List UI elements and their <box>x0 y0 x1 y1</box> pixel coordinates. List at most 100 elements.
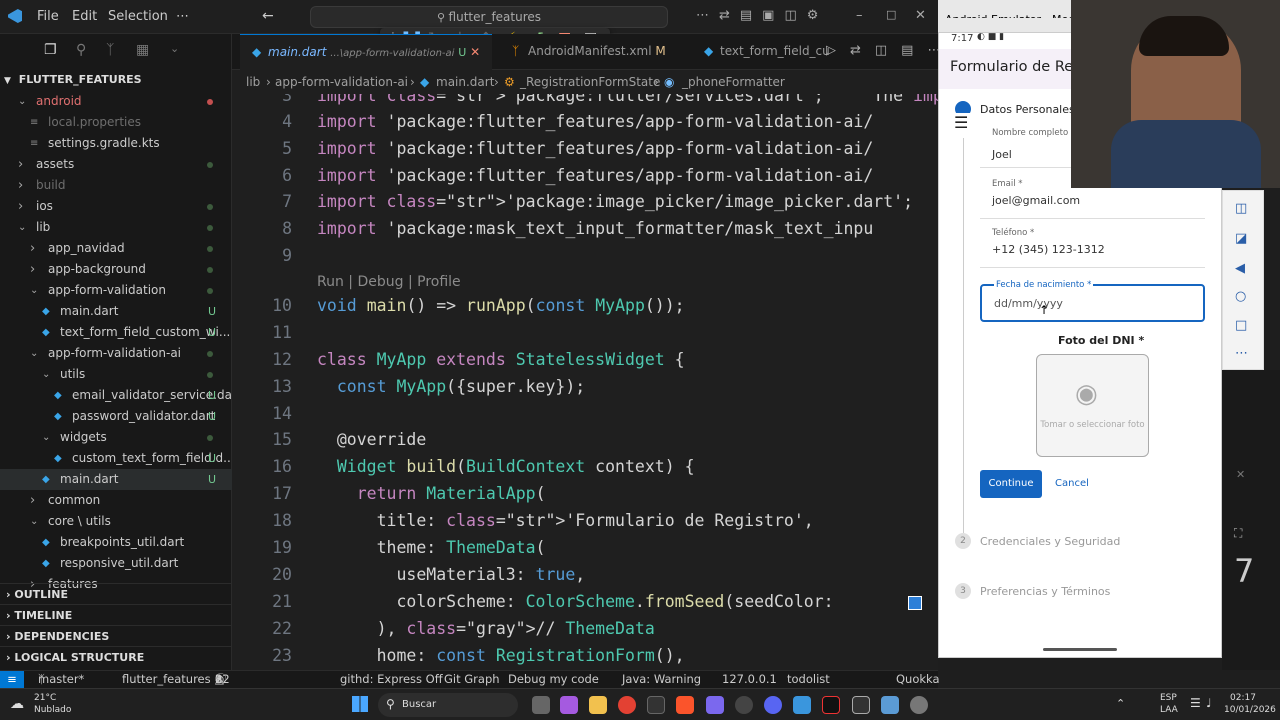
file-explorer-icon[interactable] <box>589 696 607 714</box>
tree-item[interactable]: › app-background <box>0 259 232 280</box>
settings-icon[interactable] <box>910 696 928 714</box>
debug-status[interactable]: Debug my code <box>508 671 599 688</box>
back-icon[interactable]: ◀ <box>1235 261 1245 276</box>
app-icon[interactable] <box>706 696 724 714</box>
clock-time[interactable]: 02:17 <box>1230 693 1256 703</box>
menu-selection[interactable]: Selection <box>108 9 168 24</box>
breadcrumb-field[interactable]: _phoneFormatter <box>682 70 785 94</box>
brave-icon[interactable] <box>676 696 694 714</box>
rotate-left-icon[interactable]: ◫ <box>1235 201 1247 216</box>
close-icon[interactable]: ✕ <box>470 45 480 59</box>
tree-item[interactable]: ⌄ utils <box>0 364 232 385</box>
terminal-icon[interactable] <box>647 696 665 714</box>
tree-item[interactable]: › app_navidad <box>0 238 232 259</box>
tree-item[interactable]: ◆ responsive_util.dart <box>0 553 232 574</box>
java-status[interactable]: Java: Warning <box>622 671 701 688</box>
chrome-icon[interactable] <box>618 696 636 714</box>
quokka-status[interactable]: Quokka <box>896 671 940 688</box>
githd-status[interactable]: githd: Express Off <box>340 671 443 688</box>
tray-chevron-icon[interactable]: ⌃ <box>1116 697 1125 710</box>
tree-item[interactable]: ◆ main.dart U <box>0 301 232 322</box>
birthdate-field[interactable]: Fecha de nacimiento * dd/mm/yyyy <box>980 280 1205 322</box>
layout-icons[interactable]: ⋯⇄▤▣◫⚙ <box>696 8 828 23</box>
section-header[interactable]: › DEPENDENCIES <box>0 625 232 646</box>
step1-label[interactable]: Datos Personales <box>980 103 1075 116</box>
cancel-button[interactable]: Cancel <box>1049 470 1095 498</box>
language-secondary[interactable]: LAA <box>1160 705 1178 715</box>
tree-item[interactable]: ⌄ core \ utils <box>0 511 232 532</box>
vscode-icon[interactable] <box>793 696 811 714</box>
tree-item[interactable]: ⌄ app-form-validation-ai <box>0 343 232 364</box>
tiktok-icon[interactable] <box>822 696 840 714</box>
menu-file[interactable]: File <box>37 9 59 24</box>
section-header[interactable]: › TIMELINE <box>0 604 232 625</box>
extensions-icon[interactable]: ▦ <box>136 42 149 58</box>
phone-field[interactable]: Teléfono * +12 (345) 123-1312 <box>980 228 1205 268</box>
more-icon[interactable]: ⋯ <box>1235 346 1248 361</box>
run-icon[interactable]: ▷⇄◫▤⋯ <box>826 43 954 58</box>
tree-item[interactable]: ≡ settings.gradle.kts <box>0 133 232 154</box>
language-primary[interactable]: ESP <box>1160 693 1177 703</box>
code-editor[interactable]: 3 import class="str">'package:flutter/ser… <box>232 94 938 670</box>
back-arrow-icon[interactable]: ← <box>262 8 274 24</box>
menu-more[interactable]: ⋯ <box>176 9 189 24</box>
clock-date[interactable]: 10/01/2026 <box>1224 705 1276 715</box>
tree-item[interactable]: › common <box>0 490 232 511</box>
maximize-button[interactable]: □ <box>886 8 896 21</box>
tab-text-form-field[interactable]: ◆ text_form_field_cu <box>692 34 830 70</box>
git-graph-status[interactable]: Git Graph <box>444 671 500 688</box>
weather-icon[interactable]: ☁ <box>10 696 24 712</box>
tree-item[interactable]: ⌄ widgets <box>0 427 232 448</box>
discord-icon[interactable] <box>764 696 782 714</box>
project-name[interactable]: flutter_features <box>122 671 211 688</box>
tab-android-manifest[interactable]: ᛉ AndroidManifest.xml M <box>500 34 680 70</box>
breadcrumb-class[interactable]: _RegistrationFormState <box>520 70 660 94</box>
taskbar-search[interactable]: ⚲ Buscar <box>378 693 518 717</box>
tree-item[interactable]: ⌄ lib <box>0 217 232 238</box>
overview-icon[interactable]: □ <box>1235 318 1247 333</box>
section-header[interactable]: › OUTLINE <box>0 583 232 604</box>
task-view-icon[interactable] <box>532 696 550 714</box>
files-icon[interactable]: ❐ <box>44 42 57 58</box>
color-swatch-icon[interactable] <box>908 596 922 610</box>
close-icon[interactable]: ✕ <box>1236 468 1245 481</box>
menu-edit[interactable]: Edit <box>72 9 97 24</box>
photo-picker[interactable]: ◉ Tomar o seleccionar foto <box>1036 354 1149 457</box>
tree-item[interactable]: ◆ text_form_field_custom_wi... U <box>0 322 232 343</box>
breadcrumb-file[interactable]: main.dart <box>436 70 494 94</box>
section-header[interactable]: › LOGICAL STRUCTURE <box>0 646 232 667</box>
minimize-button[interactable]: – <box>856 8 863 23</box>
continue-button[interactable]: Continue <box>980 470 1042 498</box>
codelens[interactable]: Run | Debug | Profile <box>317 274 461 290</box>
tree-item[interactable]: ◆ email_validator_service.dart U <box>0 385 232 406</box>
tree-item[interactable]: ≡ local.properties <box>0 112 232 133</box>
tree-item[interactable]: › ios <box>0 196 232 217</box>
tree-item[interactable]: ⌄ android <box>0 91 232 112</box>
tree-item[interactable]: ◆ password_validator.dart U <box>0 406 232 427</box>
breadcrumb-lib[interactable]: lib <box>246 70 260 94</box>
chevron-down-icon[interactable]: ⌄ <box>170 42 179 55</box>
tree-item[interactable]: ◆ main.dart U <box>0 469 232 490</box>
copilot-icon[interactable] <box>560 696 578 714</box>
command-center-search[interactable]: ⚲ flutter_features <box>310 6 668 28</box>
search-view-icon[interactable]: ⚲ <box>76 42 86 58</box>
todolist-status[interactable]: todolist <box>787 671 830 688</box>
rotate-right-icon[interactable]: ◪ <box>1235 231 1247 246</box>
tab-main-dart[interactable]: ◆ main.dart ...\app-form-validation-ai U… <box>240 34 492 70</box>
gesture-bar[interactable] <box>1043 648 1117 651</box>
step3-label[interactable]: Preferencias y Términos <box>980 585 1110 598</box>
tree-item[interactable]: ◆ breakpoints_util.dart <box>0 532 232 553</box>
tree-item[interactable]: › build <box>0 175 232 196</box>
home-icon[interactable]: ○ <box>1235 289 1246 304</box>
explorer-title[interactable]: ▼ FLUTTER_FEATURES <box>0 70 232 90</box>
server-status[interactable]: 127.0.0.1 <box>722 671 777 688</box>
close-window-button[interactable]: ✕ <box>915 8 926 23</box>
step2-label[interactable]: Credenciales y Seguridad <box>980 535 1120 548</box>
tree-item[interactable]: › assets <box>0 154 232 175</box>
remote-icon[interactable]: ≡ <box>0 671 24 688</box>
hamburger-menu-icon[interactable]: ☰ <box>954 113 976 135</box>
tree-item[interactable]: ◆ custom_text_form_field.d... U <box>0 448 232 469</box>
source-control-icon[interactable]: ᛉ <box>106 42 114 58</box>
tree-item[interactable]: ⌄ app-form-validation <box>0 280 232 301</box>
figma-icon[interactable] <box>852 696 870 714</box>
